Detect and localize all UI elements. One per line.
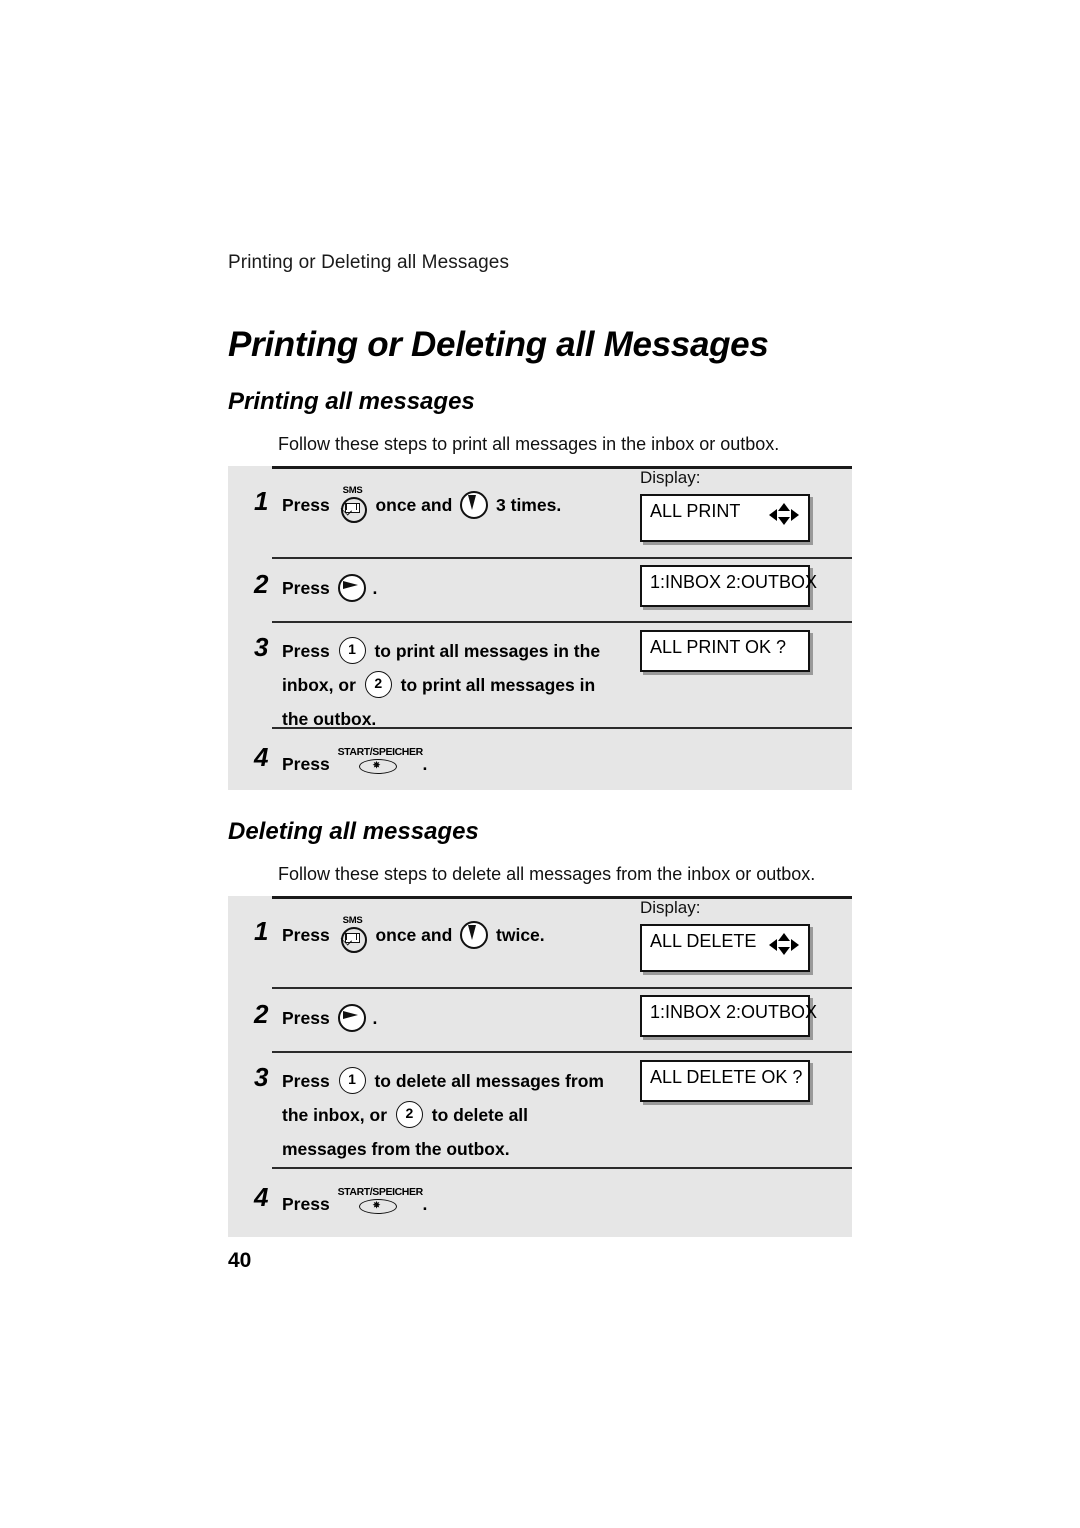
display-box: ALL PRINT <box>640 494 810 542</box>
step-text: Press <box>282 495 330 515</box>
start-speicher-key-icon: START/SPEICHER ✵ <box>337 1186 424 1218</box>
step-number: 2 <box>254 569 269 599</box>
section-intro-printing: Follow these steps to print all messages… <box>278 434 780 454</box>
sms-key-icon: SMS <box>338 915 368 954</box>
step-instruction: Press . <box>282 1001 377 1035</box>
step-text: . <box>372 1008 378 1028</box>
step-text: Press <box>282 925 330 945</box>
number-key-1-icon: 1 <box>338 637 366 665</box>
step-text: Press <box>282 641 330 661</box>
step-number: 3 <box>254 632 269 662</box>
step-number: 1 <box>254 486 269 516</box>
number-key-1-icon: 1 <box>338 1067 366 1095</box>
document-page: Printing or Deleting all Messages Printi… <box>0 0 1080 1528</box>
four-way-arrow-icon <box>769 502 799 526</box>
divider <box>272 557 852 559</box>
divider <box>272 727 852 729</box>
start-key-glyph: ✵ <box>372 760 381 771</box>
step-instruction: Press SMS once and twice. <box>282 915 545 954</box>
sms-key-label: SMS <box>342 915 363 927</box>
step-text: . <box>422 754 428 774</box>
divider <box>272 621 852 623</box>
display-box: 1:INBOX 2:OUTBOX <box>640 565 817 607</box>
step-instruction: Press 1 to delete all messages from the … <box>282 1064 604 1166</box>
section-heading-printing: Printing all messages <box>228 388 475 415</box>
display-box: ALL PRINT OK ? <box>640 630 810 672</box>
down-arrow-key-icon <box>460 490 489 519</box>
step-text: 3 times. <box>496 495 562 515</box>
steps-panel-deleting: 1 Press SMS once and twice. Display: ALL… <box>228 896 852 1237</box>
step-text: inbox, or <box>282 675 356 695</box>
step-text: . <box>422 1194 428 1214</box>
step-instruction: Press START/SPEICHER ✵ . <box>282 1186 428 1221</box>
display-box: 1:INBOX 2:OUTBOX <box>640 995 817 1037</box>
divider <box>272 987 852 989</box>
display-text: 1:INBOX 2:OUTBOX <box>650 572 818 592</box>
divider <box>272 896 852 899</box>
display-text: ALL PRINT OK ? <box>650 637 787 657</box>
sms-key-icon: SMS <box>338 485 368 524</box>
start-key-glyph: ✵ <box>372 1200 381 1211</box>
step-instruction: Press 1 to print all messages in the inb… <box>282 634 600 736</box>
display-text: ALL DELETE <box>650 931 757 951</box>
step-text: to delete all messages from <box>374 1071 604 1091</box>
start-speicher-key-label: START/SPEICHER <box>337 1186 424 1199</box>
display-label: Display: <box>640 468 701 487</box>
step-text: Press <box>282 1194 330 1214</box>
divider <box>272 1051 852 1053</box>
step-text: to print all messages in the <box>374 641 601 661</box>
step-number: 4 <box>254 1182 269 1212</box>
display-text: 1:INBOX 2:OUTBOX <box>650 1002 818 1022</box>
step-text: Press <box>282 754 330 774</box>
step-text: Press <box>282 1008 330 1028</box>
step-text: once and <box>375 925 453 945</box>
step-number: 2 <box>254 999 269 1029</box>
number-key-2-icon: 2 <box>395 1101 423 1129</box>
page-number: 40 <box>228 1249 252 1272</box>
step-text: . <box>372 578 378 598</box>
display-text: ALL PRINT <box>650 501 741 521</box>
display-text: ALL DELETE OK ? <box>650 1067 803 1087</box>
display-label: Display: <box>640 898 701 917</box>
step-text: Press <box>282 578 330 598</box>
start-speicher-key-icon: START/SPEICHER ✵ <box>337 746 424 778</box>
display-box: ALL DELETE <box>640 924 810 972</box>
step-number: 4 <box>254 742 269 772</box>
section-intro-deleting: Follow these steps to delete all message… <box>278 864 816 884</box>
sms-key-label: SMS <box>342 485 363 497</box>
start-speicher-key-label: START/SPEICHER <box>337 746 424 759</box>
divider <box>272 466 852 469</box>
enter-arrow-key-icon <box>337 1003 366 1032</box>
page-title: Printing or Deleting all Messages <box>228 325 769 364</box>
display-box: ALL DELETE OK ? <box>640 1060 810 1102</box>
four-way-arrow-icon <box>769 932 799 956</box>
running-header: Printing or Deleting all Messages <box>228 252 510 273</box>
step-text: to print all messages in <box>400 675 596 695</box>
step-instruction: Press . <box>282 571 377 605</box>
divider <box>272 1167 852 1169</box>
enter-arrow-key-icon <box>337 573 366 602</box>
steps-panel-printing: 1 Press SMS once and 3 times. Display: A… <box>228 466 852 790</box>
step-text: Press <box>282 1071 330 1091</box>
step-text: twice. <box>496 925 545 945</box>
step-text: the inbox, or <box>282 1105 387 1125</box>
number-key-2-icon: 2 <box>364 671 392 699</box>
section-heading-deleting: Deleting all messages <box>228 818 479 845</box>
step-number: 1 <box>254 916 269 946</box>
step-instruction: Press SMS once and 3 times. <box>282 485 562 524</box>
step-text: once and <box>375 495 453 515</box>
step-text: messages from the outbox. <box>282 1139 510 1159</box>
down-arrow-key-icon <box>460 920 489 949</box>
step-number: 3 <box>254 1062 269 1092</box>
step-instruction: Press START/SPEICHER ✵ . <box>282 746 428 781</box>
step-text: the outbox. <box>282 709 377 729</box>
step-text: to delete all <box>431 1105 529 1125</box>
